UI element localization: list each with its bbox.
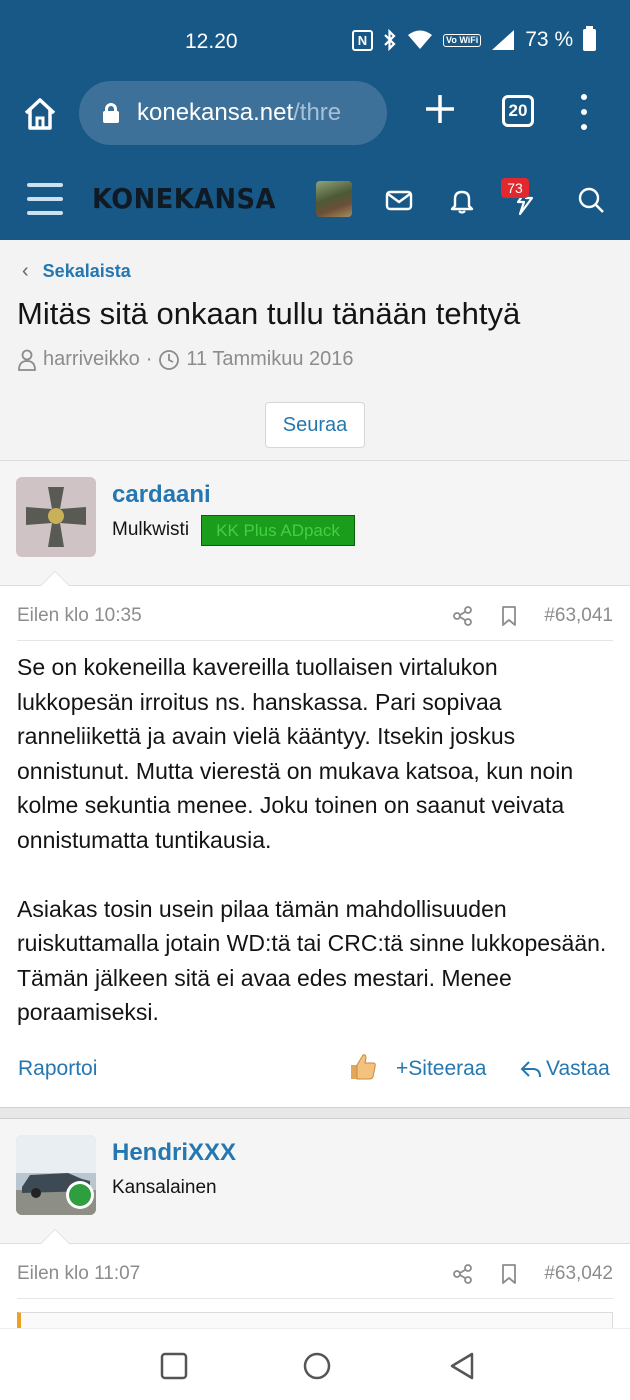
follow-button[interactable]: Seuraa (265, 402, 365, 448)
reply-icon (520, 1061, 541, 1078)
share-icon[interactable] (452, 605, 474, 627)
post-user-info: cardaani Mulkwisti KK Plus ADpack (0, 461, 630, 586)
post-paragraph: Asiakas tosin usein pilaa tämän mahdolli… (17, 895, 607, 1026)
url-path: /thre (293, 99, 342, 126)
like-icon[interactable] (348, 1051, 378, 1081)
hamburger-menu-icon[interactable] (27, 183, 63, 215)
post-meta: Eilen klo 10:35 #63,041 (17, 591, 613, 641)
nfc-icon: N (352, 29, 373, 51)
account-avatar[interactable] (316, 181, 352, 217)
url-bar[interactable]: konekansa.net/thre (79, 81, 387, 145)
dot-icon (581, 109, 587, 115)
plus-icon (426, 95, 454, 123)
username[interactable]: cardaani (112, 481, 211, 509)
status-time: 12.20 (185, 30, 238, 53)
reply-label: Vastaa (546, 1057, 610, 1080)
bluetooth-icon (383, 29, 397, 51)
thread-author[interactable]: harriveikko (43, 348, 140, 371)
browser-toolbar: konekansa.net/thre 20 (0, 78, 630, 160)
breadcrumb-link[interactable]: Sekalaista (43, 261, 131, 282)
user-title: Kansalainen (112, 1177, 217, 1198)
thread-date: 11 Tammikuu 2016 (186, 348, 354, 370)
clock-icon (159, 349, 180, 370)
bell-icon[interactable] (446, 184, 478, 216)
alerts-count-badge: 73 (501, 178, 529, 198)
new-tab-button[interactable] (420, 91, 460, 131)
share-icon[interactable] (452, 1263, 474, 1285)
url-domain: konekansa.net (137, 99, 294, 126)
breadcrumb[interactable]: ‹ Sekalaista (22, 260, 131, 283)
quote-label: Siteeraa (408, 1057, 487, 1080)
status-icons: N Vo WiFi 73 % (352, 26, 597, 52)
browser-menu-button[interactable] (572, 94, 596, 130)
avatar[interactable] (16, 477, 96, 557)
user-icon (18, 349, 36, 371)
dot-icon (581, 94, 587, 100)
inbox-icon[interactable] (383, 184, 415, 216)
username[interactable]: HendriXXX (112, 1139, 236, 1167)
post-date[interactable]: Eilen klo 11:07 (17, 1263, 452, 1285)
home-button[interactable] (20, 94, 60, 134)
meta-separator: · (145, 348, 153, 370)
page-title: Mitäs sitä onkaan tullu tänään tehtyä (17, 296, 521, 331)
post-caret (40, 1229, 70, 1244)
thread-header: ‹ Sekalaista Mitäs sitä onkaan tullu tän… (0, 240, 630, 461)
report-button[interactable]: Raportoi (18, 1057, 97, 1081)
tab-switcher-button[interactable]: 20 (502, 95, 534, 127)
bookmark-icon[interactable] (498, 1263, 520, 1285)
post-body: Se on kokeneilla kavereilla tuollaisen v… (17, 650, 617, 1064)
post-actions: Raportoi +Siteeraa Vastaa (0, 1045, 630, 1095)
quote-button[interactable]: +Siteeraa (396, 1057, 486, 1081)
battery-text: 73 % (525, 28, 574, 51)
user-banner: KK Plus ADpack (201, 515, 355, 546)
site-logo[interactable]: KONEKANSA (92, 182, 276, 215)
signal-icon (491, 29, 515, 51)
plus-icon: + (396, 1057, 409, 1080)
bookmark-icon[interactable] (498, 605, 520, 627)
search-icon[interactable] (575, 184, 607, 216)
post-number[interactable]: #63,041 (544, 605, 613, 627)
back-icon[interactable] (447, 1351, 477, 1381)
online-status-icon (66, 1181, 94, 1209)
thread-meta: harriveikko · 11 Tammikuu 2016 (17, 348, 354, 371)
wifi-icon (407, 30, 433, 50)
volte-icon: Vo WiFi (443, 33, 482, 47)
post-paragraph: Se on kokeneilla kavereilla tuollaisen v… (17, 654, 574, 853)
reply-button[interactable]: Vastaa (520, 1057, 610, 1081)
system-nav-bar (0, 1328, 630, 1400)
lock-icon (103, 103, 119, 123)
user-title: Mulkwisti (112, 519, 190, 540)
recents-icon[interactable] (159, 1351, 189, 1381)
post-meta: Eilen klo 11:07 #63,042 (17, 1249, 613, 1299)
site-header: KONEKANSA 73 (0, 160, 630, 240)
battery-icon (583, 26, 597, 51)
post-user-info: HendriXXX Kansalainen (0, 1119, 630, 1244)
home-nav-icon[interactable] (302, 1351, 332, 1381)
dot-icon (581, 124, 587, 130)
chevron-left-icon: ‹ (22, 260, 29, 282)
post-date[interactable]: Eilen klo 10:35 (17, 605, 452, 627)
post-separator (0, 1107, 630, 1119)
status-bar: 12.20 N Vo WiFi 73 % (0, 0, 630, 78)
post-caret (40, 571, 70, 586)
post-number[interactable]: #63,042 (544, 1263, 613, 1285)
home-icon (24, 98, 56, 130)
